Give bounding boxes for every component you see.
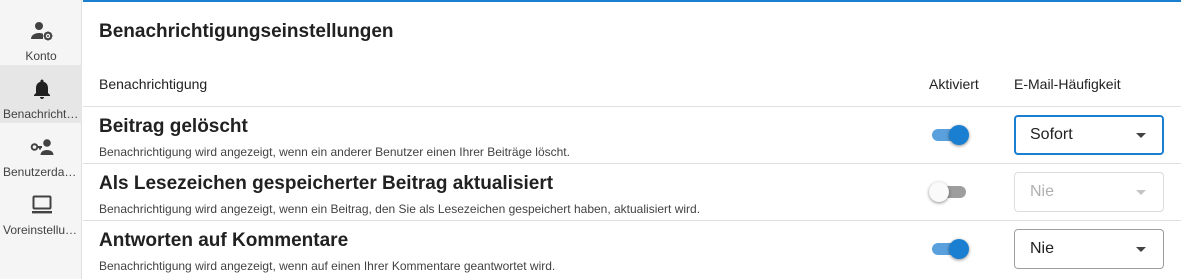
column-header-notification: Benachrichtigung: [99, 76, 208, 92]
notification-row: Antworten auf Kommentare Benachrichtigun…: [83, 220, 1181, 277]
select-value: Nie: [1030, 183, 1055, 200]
sidebar-item-label: Benutzerdaten: [3, 165, 82, 179]
user-key-icon: [30, 135, 54, 159]
sidebar-item-label: Benachrichtigungen: [3, 107, 82, 121]
sidebar-item-user-data[interactable]: Benutzerdaten: [0, 123, 82, 181]
column-header-frequency: E-Mail-Häufigkeit: [1014, 76, 1121, 92]
notification-settings-panel: Benachrichtigungseinstellungen Benachric…: [83, 0, 1181, 279]
bell-icon: [30, 77, 54, 101]
toggle-thumb: [949, 239, 969, 259]
notification-description: Benachrichtigung wird angezeigt, wenn au…: [99, 259, 556, 273]
select-value: Nie: [1030, 240, 1055, 257]
sidebar-item-label: Konto: [25, 49, 57, 63]
sidebar-item-preferences[interactable]: Voreinstellungen: [0, 181, 82, 239]
email-frequency-select: Nie: [1014, 172, 1164, 212]
caret-down-icon: [1136, 190, 1146, 195]
column-header-enabled: Aktiviert: [929, 76, 979, 92]
sidebar-item-account[interactable]: Konto: [0, 7, 82, 65]
sidebar-item-label: Voreinstellungen: [3, 223, 82, 237]
caret-down-icon: [1136, 133, 1146, 138]
email-frequency-select[interactable]: Nie: [1014, 229, 1164, 269]
notification-title: Beitrag gelöscht: [99, 116, 248, 137]
page-title: Benachrichtigungseinstellungen: [99, 21, 394, 42]
select-value: Sofort: [1030, 126, 1073, 143]
enabled-toggle[interactable]: [929, 237, 969, 261]
enabled-toggle[interactable]: [929, 180, 969, 204]
sidebar-item-notifications[interactable]: Benachrichtigungen: [0, 65, 82, 123]
notification-title: Antworten auf Kommentare: [99, 230, 349, 251]
sidebar: Konto Benachrichtigungen Benutzerdaten: [0, 0, 82, 279]
notification-row: Als Lesezeichen gespeicherter Beitrag ak…: [83, 163, 1181, 220]
monitor-icon: [30, 193, 54, 217]
notification-description: Benachrichtigung wird angezeigt, wenn ei…: [99, 145, 570, 159]
account-settings-icon: [30, 19, 54, 43]
toggle-thumb: [929, 182, 949, 202]
notification-title: Als Lesezeichen gespeicherter Beitrag ak…: [99, 173, 554, 194]
notification-description: Benachrichtigung wird angezeigt, wenn ei…: [99, 202, 701, 216]
toggle-thumb: [949, 125, 969, 145]
enabled-toggle[interactable]: [929, 123, 969, 147]
caret-down-icon: [1136, 247, 1146, 252]
email-frequency-select[interactable]: Sofort: [1014, 115, 1164, 155]
notification-row: Beitrag gelöscht Benachrichtigung wird a…: [83, 106, 1181, 163]
